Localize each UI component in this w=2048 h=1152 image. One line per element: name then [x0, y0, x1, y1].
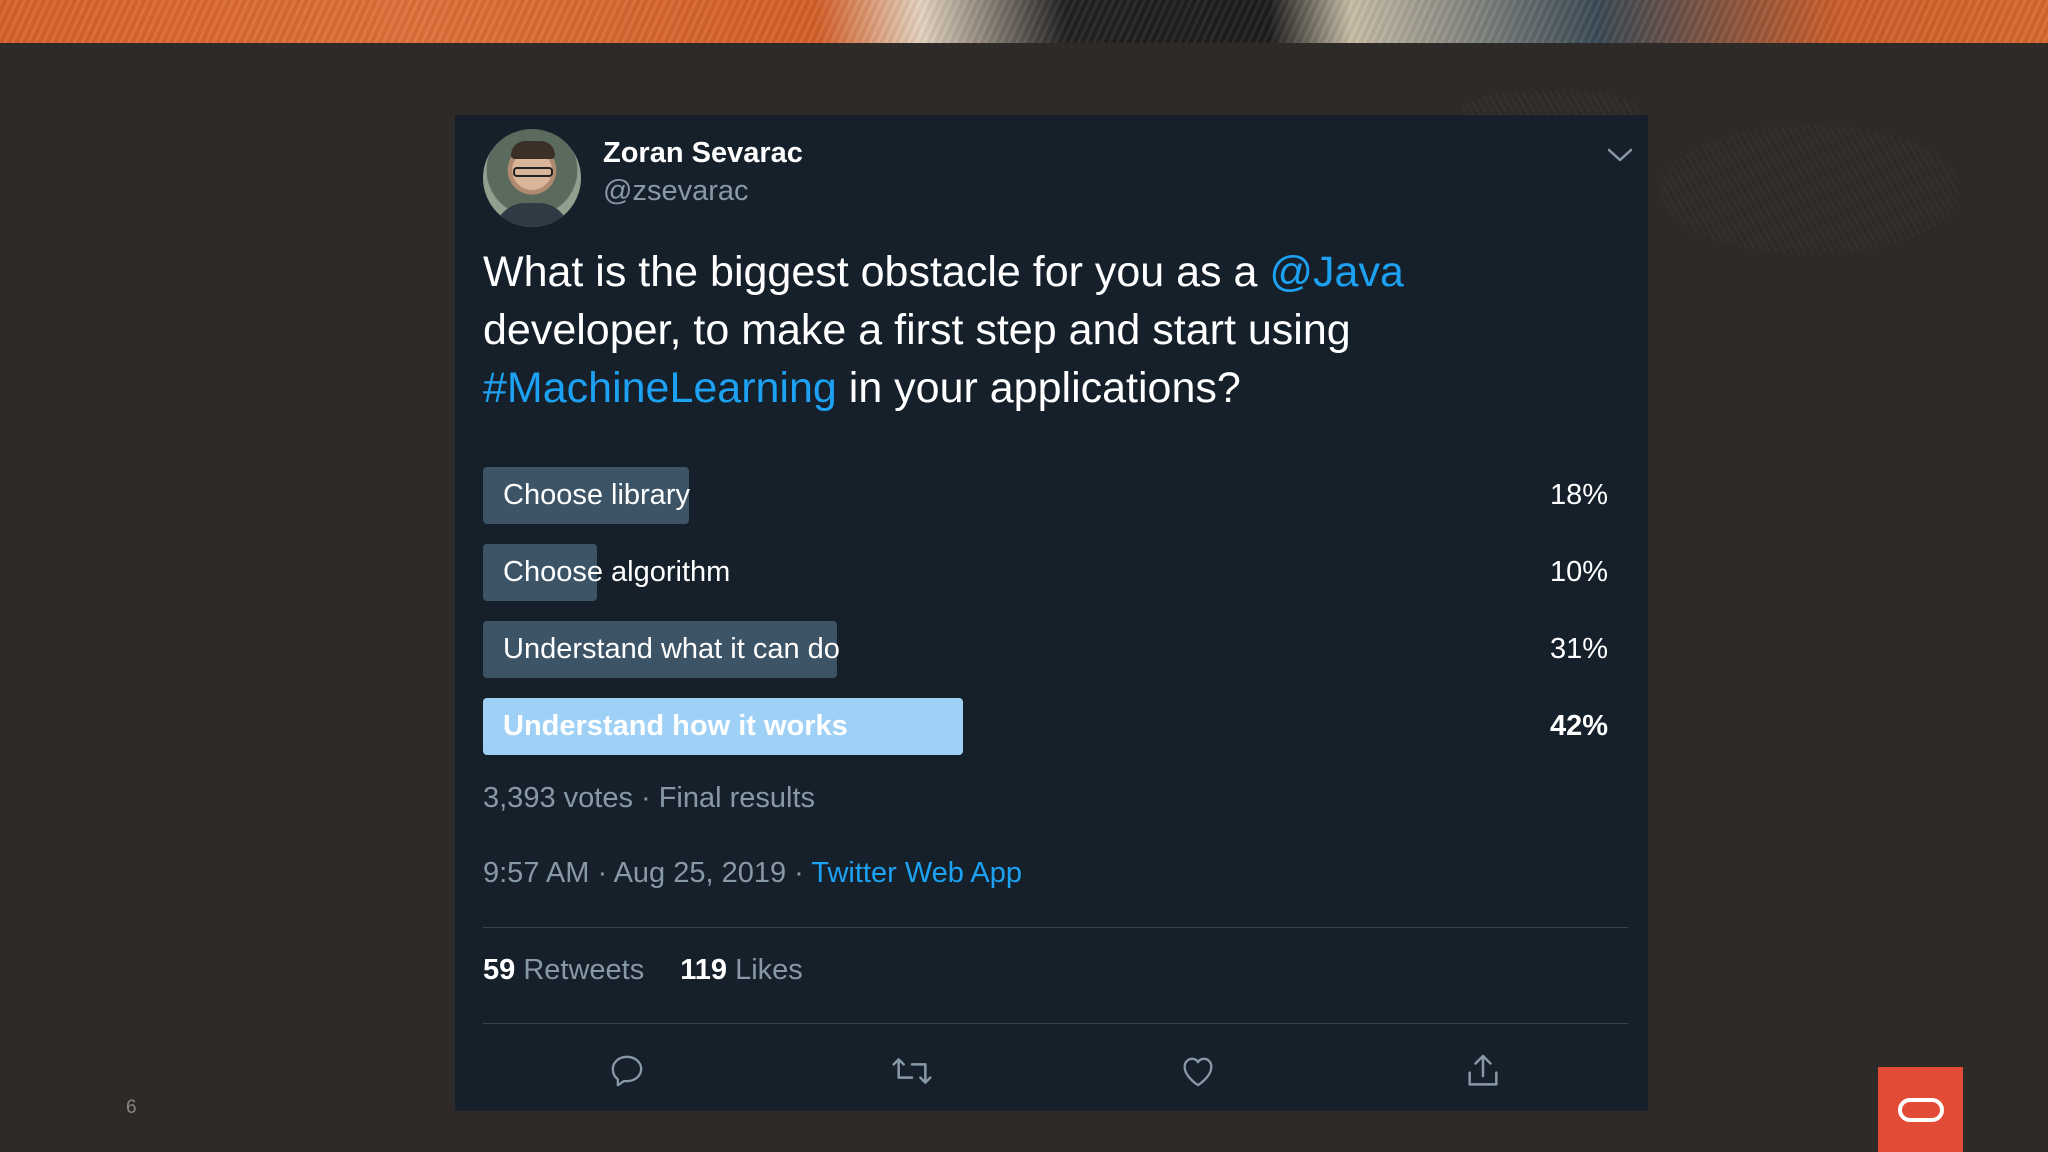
- poll-option: Choose algorithm 10%: [483, 544, 1608, 601]
- reply-icon[interactable]: [605, 1049, 649, 1093]
- user-handle[interactable]: @zsevarac: [603, 175, 748, 208]
- poll-option-percent: 42%: [1549, 710, 1608, 742]
- poll-option: Understand what it can do 31%: [483, 621, 1608, 678]
- poll-option: Choose library 18%: [483, 467, 1608, 524]
- retweet-icon[interactable]: [890, 1049, 934, 1093]
- oracle-logo-icon: [1878, 1067, 1963, 1152]
- retweets-label: Retweets: [523, 954, 645, 986]
- poll-option-percent: 18%: [1549, 479, 1608, 511]
- poll-option: Understand how it works 42%: [483, 698, 1608, 755]
- tweet-stats: 59 Retweets 119 Likes: [483, 954, 803, 987]
- divider: [483, 927, 1628, 928]
- divider: [483, 1023, 1628, 1024]
- poll-option-percent: 31%: [1549, 633, 1608, 665]
- tweet-text-segment: What is the biggest obstacle for you as …: [483, 248, 1270, 296]
- likes-label: Likes: [735, 954, 803, 986]
- retweets-stat[interactable]: 59 Retweets: [483, 954, 644, 986]
- tweet-meta: 9:57 AM · Aug 25, 2019 · Twitter Web App: [483, 857, 1022, 890]
- poll-option-label: Choose algorithm: [503, 556, 731, 588]
- poll: Choose library 18% Choose algorithm 10% …: [483, 467, 1608, 775]
- poll-summary: 3,393 votes · Final results: [483, 782, 816, 814]
- action-bar: [455, 1049, 1648, 1099]
- poll-option-label: Choose library: [503, 479, 690, 511]
- page-number: 6: [126, 1097, 137, 1118]
- tweet-timestamp[interactable]: 9:57 AM · Aug 25, 2019 ·: [483, 857, 811, 889]
- poll-option-label: Understand what it can do: [503, 633, 840, 665]
- mention-link[interactable]: @Java: [1269, 248, 1403, 296]
- like-icon[interactable]: [1176, 1049, 1220, 1093]
- decorative-banner: [0, 0, 2048, 43]
- tweet-text-segment: developer, to make a first step and star…: [483, 306, 1351, 354]
- tweet-text: What is the biggest obstacle for you as …: [483, 243, 1603, 417]
- tweet-text-segment: in your applications?: [836, 364, 1241, 412]
- hashtag-link[interactable]: #MachineLearning: [483, 364, 837, 412]
- avatar[interactable]: [483, 129, 581, 227]
- user-name[interactable]: Zoran Sevarac: [603, 137, 803, 170]
- source-link[interactable]: Twitter Web App: [811, 857, 1022, 889]
- share-icon[interactable]: [1461, 1049, 1505, 1093]
- likes-count: 119: [680, 954, 728, 986]
- poll-option-percent: 10%: [1549, 556, 1608, 588]
- decorative-texture: [1660, 125, 1960, 255]
- chevron-down-icon[interactable]: [1605, 145, 1635, 165]
- tweet-card: Zoran Sevarac @zsevarac What is the bigg…: [455, 115, 1648, 1111]
- poll-option-label: Understand how it works: [503, 710, 848, 742]
- likes-stat[interactable]: 119 Likes: [680, 954, 803, 986]
- retweets-count: 59: [483, 954, 516, 986]
